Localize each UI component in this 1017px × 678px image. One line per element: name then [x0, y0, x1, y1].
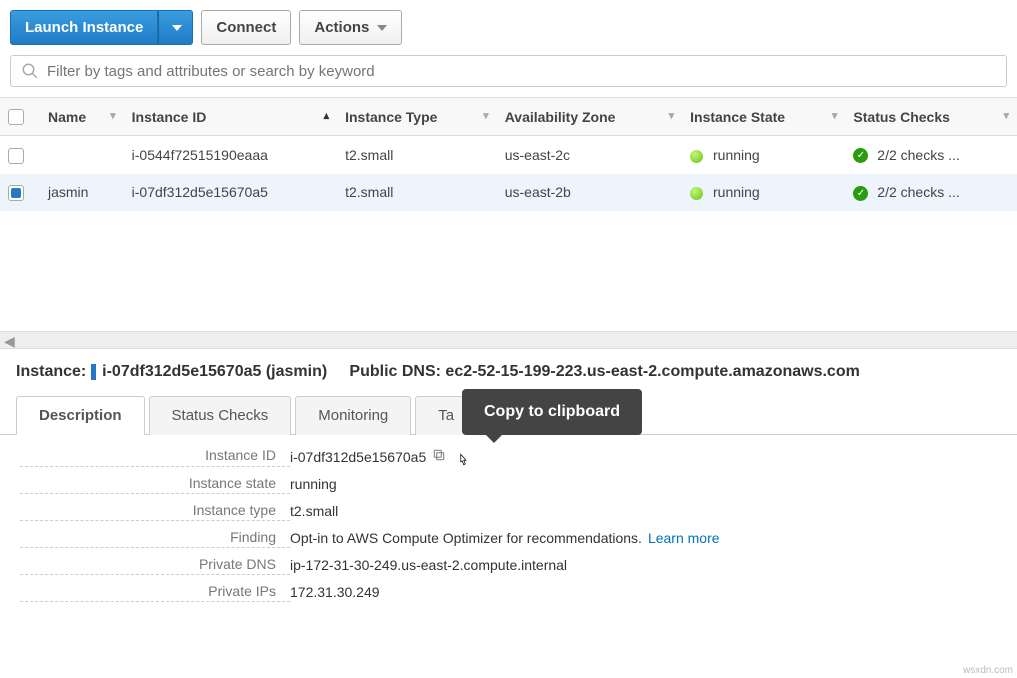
cell-status-checks: ✓ 2/2 checks ...: [845, 174, 1017, 211]
caret-down-icon: [377, 25, 387, 31]
status-running-icon: [690, 150, 703, 163]
label-finding: Finding: [20, 529, 290, 548]
learn-more-link[interactable]: Learn more: [648, 530, 720, 546]
column-instance-type[interactable]: Instance Type▾: [337, 98, 497, 136]
label-private-ips: Private IPs: [20, 583, 290, 602]
value-instance-type: t2.small: [290, 502, 338, 521]
column-availability-zone[interactable]: Availability Zone▾: [497, 98, 682, 136]
cell-status-checks: ✓ 2/2 checks ...: [845, 136, 1017, 174]
column-status-checks[interactable]: Status Checks▾: [845, 98, 1017, 136]
launch-instance-group: Launch Instance: [10, 10, 193, 45]
label-instance-id: Instance ID: [20, 447, 290, 467]
toolbar: Launch Instance Connect Actions: [0, 0, 1017, 55]
detail-tabs: Description Status Checks Monitoring Ta …: [0, 395, 1017, 435]
column-instance-state[interactable]: Instance State▾: [682, 98, 845, 136]
description-panel: Instance ID i-07df312d5e15670a5 Instance…: [0, 435, 1017, 614]
watermark: wsxdn.com: [963, 665, 1013, 676]
check-circle-icon: ✓: [853, 148, 868, 163]
check-circle-icon: ✓: [853, 186, 868, 201]
cell-instance-id: i-0544f72515190eaaa: [124, 136, 337, 174]
launch-instance-button[interactable]: Launch Instance: [10, 10, 158, 45]
label-instance-state: Instance state: [20, 475, 290, 494]
pane-splitter[interactable]: ◀: [0, 331, 1017, 349]
column-instance-id[interactable]: Instance ID▴: [124, 98, 337, 136]
cursor-pointer-icon: [454, 451, 472, 471]
select-all-checkbox[interactable]: [8, 109, 24, 125]
value-instance-state: running: [290, 475, 337, 494]
copy-tooltip: Copy to clipboard: [462, 389, 642, 435]
cell-name: jasmin: [40, 174, 124, 211]
filter-input[interactable]: [47, 63, 996, 80]
cell-availability-zone: us-east-2b: [497, 174, 682, 211]
detail-public-dns: ec2-52-15-199-223.us-east-2.compute.amaz…: [445, 363, 859, 380]
instances-table: Name▾ Instance ID▴ Instance Type▾ Availa…: [0, 97, 1017, 211]
cell-instance-id: i-07df312d5e15670a5: [124, 174, 337, 211]
detail-header: Instance: i-07df312d5e15670a5 (jasmin) P…: [0, 349, 1017, 395]
detail-instance-id: i-07df312d5e15670a5 (jasmin): [102, 363, 327, 380]
cell-instance-type: t2.small: [337, 136, 497, 174]
cell-name: [40, 136, 124, 174]
status-running-icon: [690, 187, 703, 200]
tab-status-checks[interactable]: Status Checks: [149, 396, 292, 435]
value-private-dns: ip-172-31-30-249.us-east-2.compute.inter…: [290, 556, 567, 575]
cell-availability-zone: us-east-2c: [497, 136, 682, 174]
launch-instance-dropdown[interactable]: [158, 10, 193, 45]
value-private-ips: 172.31.30.249: [290, 583, 380, 602]
caret-down-icon: [172, 25, 182, 31]
actions-label: Actions: [314, 19, 369, 36]
value-finding: Opt-in to AWS Compute Optimizer for reco…: [290, 530, 642, 546]
connect-button[interactable]: Connect: [201, 10, 291, 45]
chevron-left-icon: ◀: [4, 333, 15, 350]
label-instance-type: Instance type: [20, 502, 290, 521]
search-icon: [21, 62, 39, 80]
row-checkbox[interactable]: [8, 148, 24, 164]
actions-button[interactable]: Actions: [299, 10, 401, 45]
table-row[interactable]: i-0544f72515190eaaa t2.small us-east-2c …: [0, 136, 1017, 174]
column-name[interactable]: Name▾: [40, 98, 124, 136]
cell-instance-type: t2.small: [337, 174, 497, 211]
row-checkbox[interactable]: [8, 185, 24, 201]
filter-bar[interactable]: [10, 55, 1007, 87]
tab-description[interactable]: Description: [16, 396, 145, 435]
cell-instance-state: running: [682, 174, 845, 211]
table-row[interactable]: jasmin i-07df312d5e15670a5 t2.small us-e…: [0, 174, 1017, 211]
selection-marker-icon: [91, 364, 96, 380]
label-private-dns: Private DNS: [20, 556, 290, 575]
tab-monitoring[interactable]: Monitoring: [295, 396, 411, 435]
copy-icon[interactable]: [432, 448, 446, 465]
value-instance-id: i-07df312d5e15670a5: [290, 449, 426, 465]
cell-instance-state: running: [682, 136, 845, 174]
